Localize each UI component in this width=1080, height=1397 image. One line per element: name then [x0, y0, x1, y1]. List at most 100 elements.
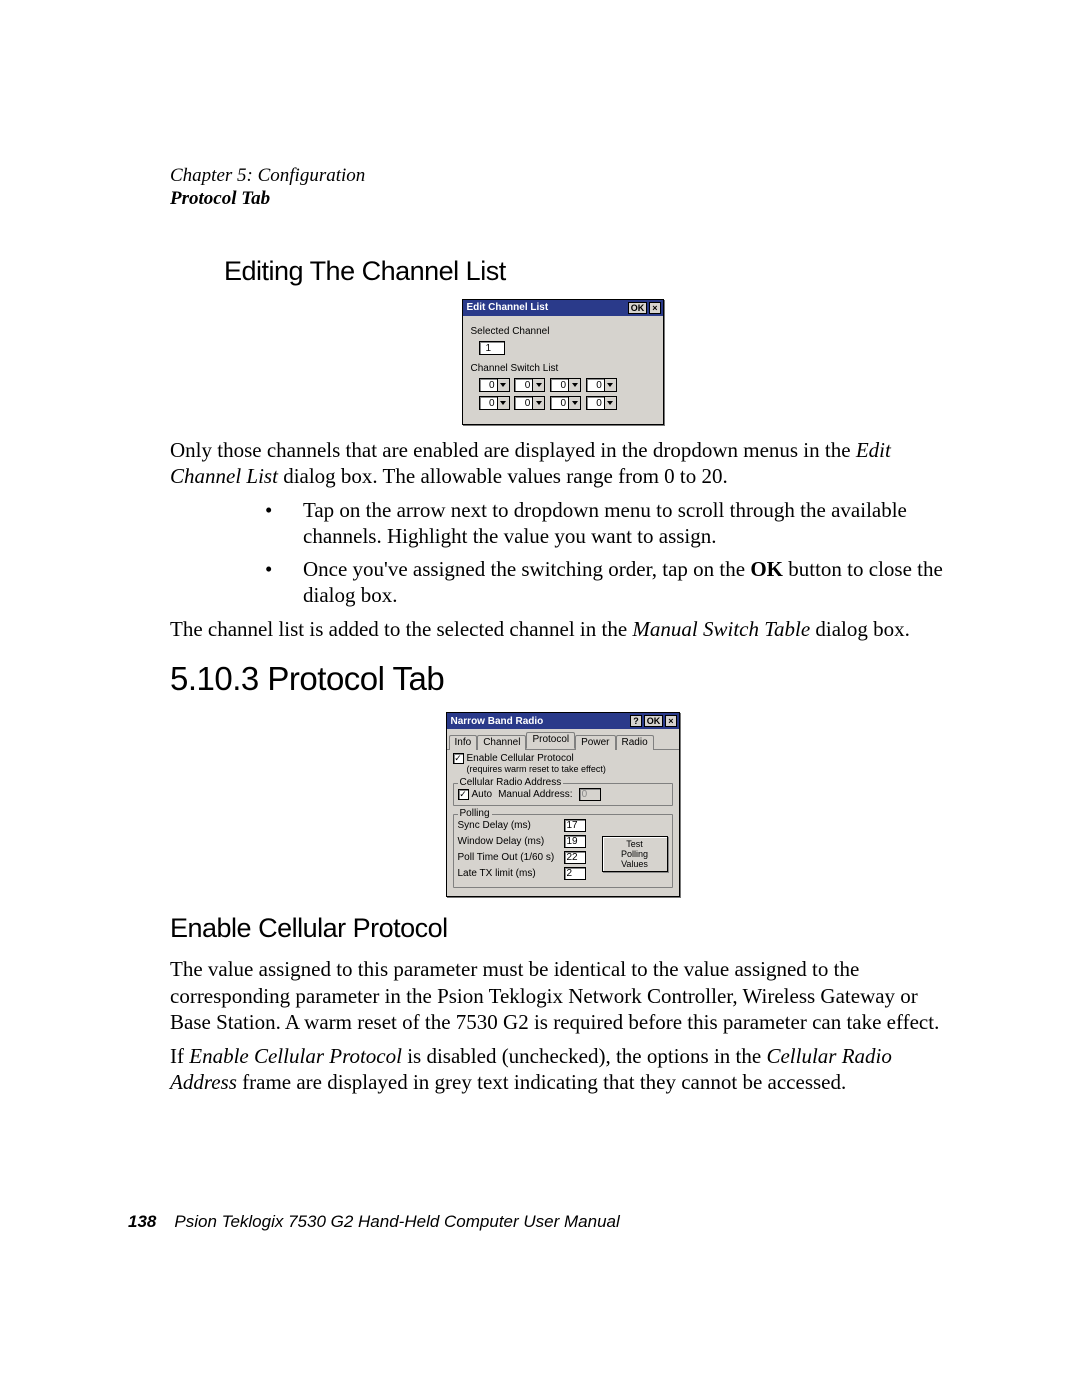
window-title: Narrow Band Radio: [451, 716, 629, 727]
text-run: Only those channels that are enabled are…: [170, 438, 856, 462]
channel-dropdown[interactable]: 0: [550, 378, 581, 392]
figure-edit-channel-list: Edit Channel List OK × Selected Channel …: [170, 299, 955, 425]
auto-checkbox-row: ✓ Auto: [458, 789, 493, 800]
dialog-narrow-band-radio: Narrow Band Radio ? OK × Info Channel Pr…: [446, 712, 680, 897]
footer-text: Psion Teklogix 7530 G2 Hand-Held Compute…: [174, 1212, 619, 1231]
selected-channel-value[interactable]: 1: [479, 341, 505, 355]
auto-checkbox[interactable]: ✓: [458, 789, 469, 800]
paragraph: The value assigned to this parameter mus…: [170, 956, 955, 1035]
channel-dropdown-value: 0: [479, 396, 497, 410]
auto-label: Auto: [472, 789, 493, 800]
enable-cellular-checkbox-row: ✓ Enable Cellular Protocol (requires war…: [453, 753, 606, 775]
test-polling-values-button[interactable]: Test Polling Values: [602, 836, 668, 872]
ok-button[interactable]: OK: [644, 715, 664, 727]
late-tx-limit-label: Late TX limit (ms): [458, 868, 558, 879]
paragraph: If Enable Cellular Protocol is disabled …: [170, 1043, 955, 1096]
bullet-list: Tap on the arrow next to dropdown menu t…: [170, 497, 955, 608]
help-button[interactable]: ?: [630, 715, 642, 727]
manual-address-input: 0: [579, 788, 601, 801]
chevron-down-icon[interactable]: [497, 378, 510, 392]
group-legend: Polling: [458, 808, 492, 819]
text-run-italic: Enable Cellular Protocol: [189, 1044, 402, 1068]
text-run: If: [170, 1044, 189, 1068]
text-run: Values: [621, 859, 648, 869]
chevron-down-icon[interactable]: [568, 378, 581, 392]
document-page: Chapter 5: Configuration Protocol Tab Ed…: [0, 0, 1080, 1397]
text-run: Once you've assigned the switching order…: [303, 557, 750, 581]
selected-channel-label: Selected Channel: [471, 326, 655, 337]
group-legend: Cellular Radio Address: [458, 777, 564, 788]
channel-dropdown-value: 0: [514, 378, 532, 392]
running-header-chapter: Chapter 5: Configuration: [170, 165, 955, 188]
sync-delay-input[interactable]: 17: [564, 819, 586, 832]
text-run: The channel list is added to the selecte…: [170, 617, 632, 641]
window-delay-label: Window Delay (ms): [458, 836, 558, 847]
text-run: Test: [626, 839, 643, 849]
window-delay-input[interactable]: 19: [564, 835, 586, 848]
channel-dropdown[interactable]: 0: [479, 396, 510, 410]
channel-dropdown[interactable]: 0: [550, 396, 581, 410]
enable-cellular-checkbox[interactable]: ✓: [453, 753, 464, 764]
page-footer: 138 Psion Teklogix 7530 G2 Hand-Held Comp…: [128, 1212, 620, 1232]
close-button[interactable]: ×: [665, 715, 676, 727]
text-run-italic: Manual Switch Table: [632, 617, 810, 641]
channel-dropdown[interactable]: 0: [514, 396, 545, 410]
chevron-down-icon[interactable]: [532, 396, 545, 410]
chevron-down-icon[interactable]: [604, 396, 617, 410]
title-bar: Edit Channel List OK ×: [463, 300, 663, 316]
channel-dropdown-value: 0: [586, 396, 604, 410]
channel-dropdown-value: 0: [586, 378, 604, 392]
tab-strip: Info Channel Protocol Power Radio: [447, 729, 679, 750]
title-bar: Narrow Band Radio ? OK ×: [447, 713, 679, 729]
tab-protocol[interactable]: Protocol: [526, 732, 575, 749]
manual-address-label: Manual Address:: [498, 789, 573, 800]
channel-dropdown-value: 0: [479, 378, 497, 392]
text-run: Tap on the arrow next to dropdown menu t…: [303, 498, 907, 548]
tab-info[interactable]: Info: [449, 735, 478, 750]
sync-delay-label: Sync Delay (ms): [458, 820, 558, 831]
heading-protocol-tab: 5.10.3 Protocol Tab: [170, 660, 955, 698]
late-tx-limit-input[interactable]: 2: [564, 867, 586, 880]
text-run-bold: OK: [750, 557, 783, 581]
tab-power[interactable]: Power: [575, 735, 615, 750]
cellular-radio-address-group: Cellular Radio Address ✓ Auto Manual Add…: [453, 783, 673, 806]
running-header-section: Protocol Tab: [170, 188, 955, 211]
chevron-down-icon[interactable]: [497, 396, 510, 410]
text-run: frame are displayed in grey text indicat…: [237, 1070, 846, 1094]
channel-dropdown[interactable]: 0: [479, 378, 510, 392]
list-item: Tap on the arrow next to dropdown menu t…: [265, 497, 955, 550]
text-run: Enable Cellular Protocol: [467, 753, 574, 764]
close-button[interactable]: ×: [649, 302, 660, 314]
tab-radio[interactable]: Radio: [616, 735, 654, 750]
page-number: 138: [128, 1212, 156, 1231]
dialog-edit-channel-list: Edit Channel List OK × Selected Channel …: [462, 299, 664, 425]
text-run: (requires warm reset to take effect): [467, 764, 606, 774]
polling-group: Polling Sync Delay (ms) 17 Window Delay …: [453, 814, 673, 888]
heading-editing-channel-list: Editing The Channel List: [224, 256, 955, 287]
ok-button[interactable]: OK: [628, 302, 648, 314]
channel-dropdown-value: 0: [550, 378, 568, 392]
channel-switch-list-label: Channel Switch List: [471, 363, 655, 374]
list-item: Once you've assigned the switching order…: [265, 556, 955, 609]
enable-cellular-label: Enable Cellular Protocol (requires warm …: [467, 753, 606, 775]
text-run: dialog box.: [810, 617, 910, 641]
poll-timeout-label: Poll Time Out (1/60 s): [458, 852, 558, 863]
chevron-down-icon[interactable]: [532, 378, 545, 392]
channel-dropdown[interactable]: 0: [514, 378, 545, 392]
chevron-down-icon[interactable]: [604, 378, 617, 392]
tab-channel[interactable]: Channel: [477, 735, 526, 750]
channel-dropdown[interactable]: 0: [586, 396, 617, 410]
window-title: Edit Channel List: [467, 302, 626, 313]
poll-timeout-input[interactable]: 22: [564, 851, 586, 864]
heading-enable-cellular-protocol: Enable Cellular Protocol: [170, 913, 955, 944]
figure-narrow-band-radio: Narrow Band Radio ? OK × Info Channel Pr…: [170, 712, 955, 897]
text-run: dialog box. The allowable values range f…: [278, 464, 728, 488]
paragraph: The channel list is added to the selecte…: [170, 616, 955, 642]
text-run: Polling: [621, 849, 648, 859]
paragraph: Only those channels that are enabled are…: [170, 437, 955, 490]
channel-dropdown-value: 0: [550, 396, 568, 410]
text-run: is disabled (unchecked), the options in …: [402, 1044, 767, 1068]
chevron-down-icon[interactable]: [568, 396, 581, 410]
channel-dropdown-value: 0: [514, 396, 532, 410]
channel-dropdown[interactable]: 0: [586, 378, 617, 392]
